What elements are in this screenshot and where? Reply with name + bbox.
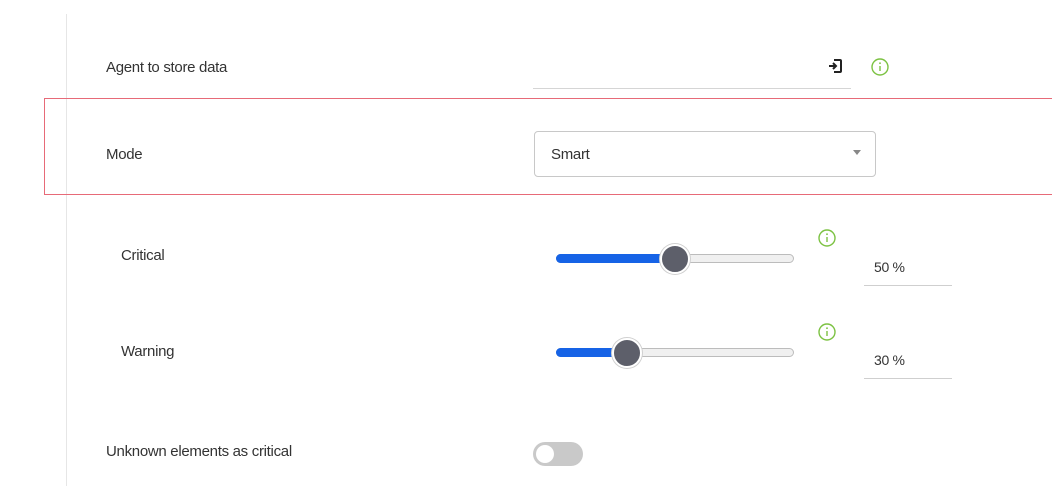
warning-slider[interactable] xyxy=(556,337,794,368)
panel-divider xyxy=(66,14,67,486)
warning-slider-thumb[interactable] xyxy=(612,338,642,368)
settings-panel: Agent to store data Mode Smart Critical xyxy=(0,0,1052,486)
critical-slider-thumb[interactable] xyxy=(660,244,690,274)
warning-percent-value: 30 % xyxy=(874,352,905,368)
chevron-down-icon xyxy=(853,150,861,155)
toggle-knob xyxy=(536,445,554,463)
unknown-critical-label: Unknown elements as critical xyxy=(106,443,292,460)
warning-label: Warning xyxy=(121,343,175,360)
mode-select[interactable]: Smart xyxy=(534,131,876,177)
mode-select-value: Smart xyxy=(551,146,590,163)
login-icon[interactable] xyxy=(827,58,843,74)
agent-label: Agent to store data xyxy=(106,59,228,76)
critical-slider[interactable] xyxy=(556,243,794,274)
critical-label: Critical xyxy=(121,247,165,264)
agent-info-icon[interactable] xyxy=(871,58,889,76)
mode-label: Mode xyxy=(106,146,143,163)
critical-percent-value: 50 % xyxy=(874,259,905,275)
critical-info-icon[interactable] xyxy=(818,229,836,247)
warning-info-icon[interactable] xyxy=(818,323,836,341)
agent-input[interactable] xyxy=(533,52,851,89)
warning-percent-input[interactable]: 30 % xyxy=(864,340,952,379)
unknown-critical-toggle[interactable] xyxy=(533,442,583,466)
critical-slider-fill xyxy=(556,254,675,263)
critical-percent-input[interactable]: 50 % xyxy=(864,247,952,286)
